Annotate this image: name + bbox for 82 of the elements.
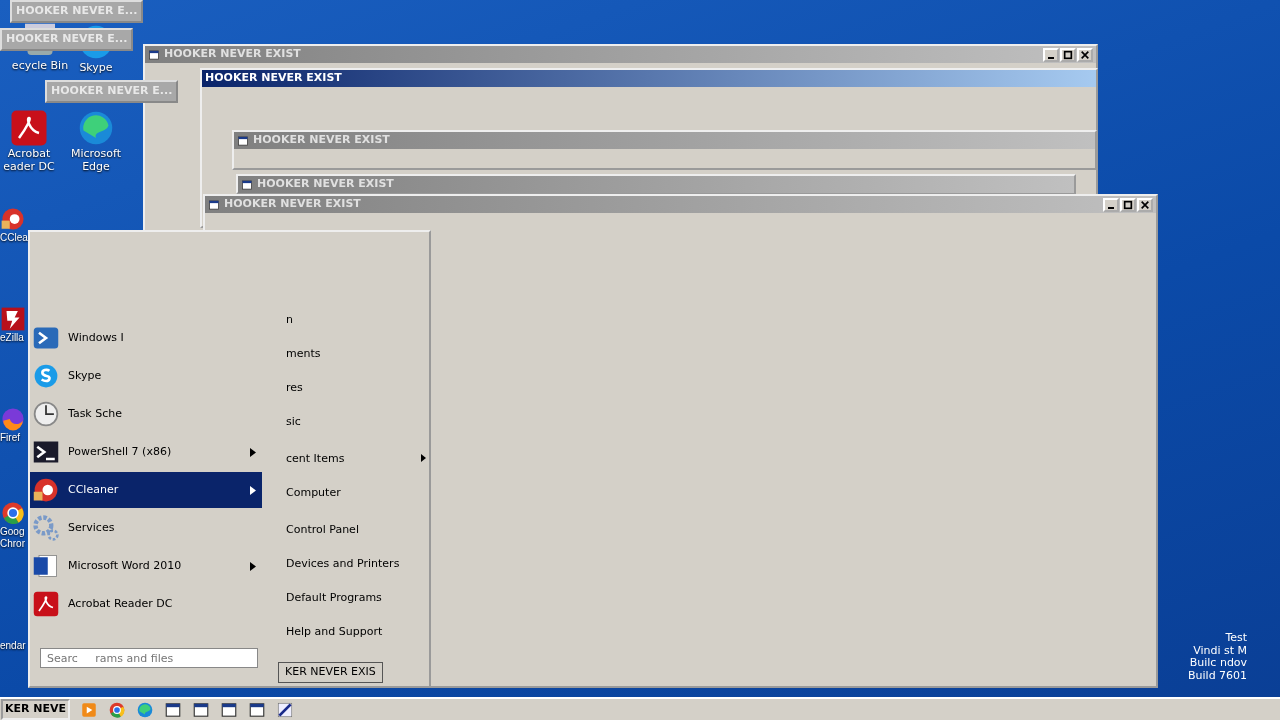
icon-label: Firef <box>0 432 21 444</box>
window-icon <box>241 178 253 191</box>
menu-link[interactable]: sic <box>286 414 426 431</box>
document-swirl-icon <box>9 108 49 148</box>
menu-link[interactable]: Help and Support <box>286 624 426 641</box>
window-icon <box>148 48 160 61</box>
window-icon[interactable] <box>164 700 183 719</box>
menu-link[interactable]: cent Items <box>286 451 426 468</box>
maximize-icon <box>1123 199 1133 210</box>
program-item[interactable]: Microsoft Word 2010 <box>30 548 262 584</box>
program-item[interactable]: Task Sche <box>30 396 262 432</box>
program-item[interactable]: Windows I <box>30 320 262 356</box>
program-item[interactable]: Acrobat Reader DC <box>30 586 262 622</box>
minimize-button[interactable] <box>1103 197 1119 212</box>
tray-text: Test <box>1225 632 1248 645</box>
window-icon <box>208 198 220 211</box>
tray-text: Builc ndov <box>1189 657 1248 670</box>
close-icon <box>1080 49 1090 60</box>
menu-link[interactable]: n <box>286 312 426 329</box>
document-swirl-icon <box>32 590 60 618</box>
icon-label: endar <box>0 640 27 652</box>
icon-label: ecycle Bin <box>11 60 69 73</box>
icon-label: Goog Chror <box>0 526 26 550</box>
pen-icon[interactable] <box>276 700 295 719</box>
window-title: HOOKER NEVER EXIST <box>257 176 394 193</box>
menu-link[interactable]: res <box>286 380 426 397</box>
clock-icon <box>32 400 60 428</box>
search-field[interactable]: Searc rams and files <box>40 648 258 668</box>
window-icon[interactable] <box>192 700 211 719</box>
document-w-icon <box>32 552 60 580</box>
tray-text: Build 7601 <box>1188 669 1248 683</box>
window-title: HOOKER NEVER EXIST <box>253 132 390 149</box>
tricolor-ball-icon <box>0 500 26 526</box>
fox-globe-icon <box>0 406 26 432</box>
window-title: HOOKER NEVER EXIST <box>224 196 361 213</box>
close-button[interactable] <box>1077 47 1093 62</box>
close-button[interactable] <box>1137 197 1153 212</box>
maximize-icon <box>1063 49 1073 60</box>
program-label: Task Sche <box>68 405 122 422</box>
menu-link[interactable]: ments <box>286 346 426 363</box>
icon-label: Acrobat eader DC <box>2 148 56 174</box>
window-icon[interactable] <box>220 700 239 719</box>
minimize-button[interactable] <box>1043 47 1059 62</box>
start-button[interactable]: KER NEVE <box>1 699 71 720</box>
shutdown-button[interactable]: KER NEVER EXIS <box>278 662 383 683</box>
program-item[interactable]: Services <box>30 510 262 546</box>
minimize-icon <box>1108 206 1114 209</box>
program-item[interactable]: CCleaner <box>30 472 262 508</box>
window-icon[interactable] <box>248 700 267 719</box>
tray-text: Vindi st M <box>1193 644 1248 658</box>
icon-label: eZilla <box>0 332 25 344</box>
window-icon <box>237 134 249 147</box>
program-item[interactable]: Skype <box>30 358 262 394</box>
close-icon <box>1140 199 1150 210</box>
icon-label: Microsoft Edge <box>69 148 123 174</box>
icon-label: CClea <box>0 232 28 244</box>
popup-title: HOOKER NEVER E... <box>10 0 144 23</box>
minimize-icon <box>1048 56 1054 59</box>
program-label: Windows I <box>68 329 124 346</box>
popup-title: HOOKER NEVER E... <box>0 28 134 51</box>
program-label: Services <box>68 519 115 536</box>
program-label: CCleaner <box>68 481 119 498</box>
menu-link[interactable]: Control Panel <box>286 522 426 539</box>
maximize-button[interactable] <box>1060 47 1076 62</box>
lightning-tile-icon <box>0 306 26 332</box>
program-item[interactable]: PowerShell 7 (x86) <box>30 434 262 470</box>
program-label: Skype <box>68 367 102 384</box>
window-title: HOOKER NEVER EXIST <box>164 46 301 63</box>
icon-label: Skype <box>79 62 113 75</box>
gear-icon <box>32 514 60 542</box>
menu-link[interactable]: Computer <box>286 485 426 502</box>
broom-c-icon <box>0 206 26 232</box>
broom-c-icon <box>32 476 60 504</box>
menu-link[interactable]: Default Programs <box>286 590 426 607</box>
program-label: Microsoft Word 2010 <box>68 557 182 574</box>
maximize-button[interactable] <box>1120 197 1136 212</box>
window-title: HOOKER NEVER EXIST <box>205 70 342 87</box>
tricolor-ball-icon[interactable] <box>108 700 127 719</box>
menu-link[interactable]: Devices and Printers <box>286 556 426 573</box>
program-label: PowerShell 7 (x86) <box>68 443 172 460</box>
popup-title: HOOKER NEVER E... <box>45 80 179 103</box>
program-label: Acrobat Reader DC <box>68 595 173 612</box>
